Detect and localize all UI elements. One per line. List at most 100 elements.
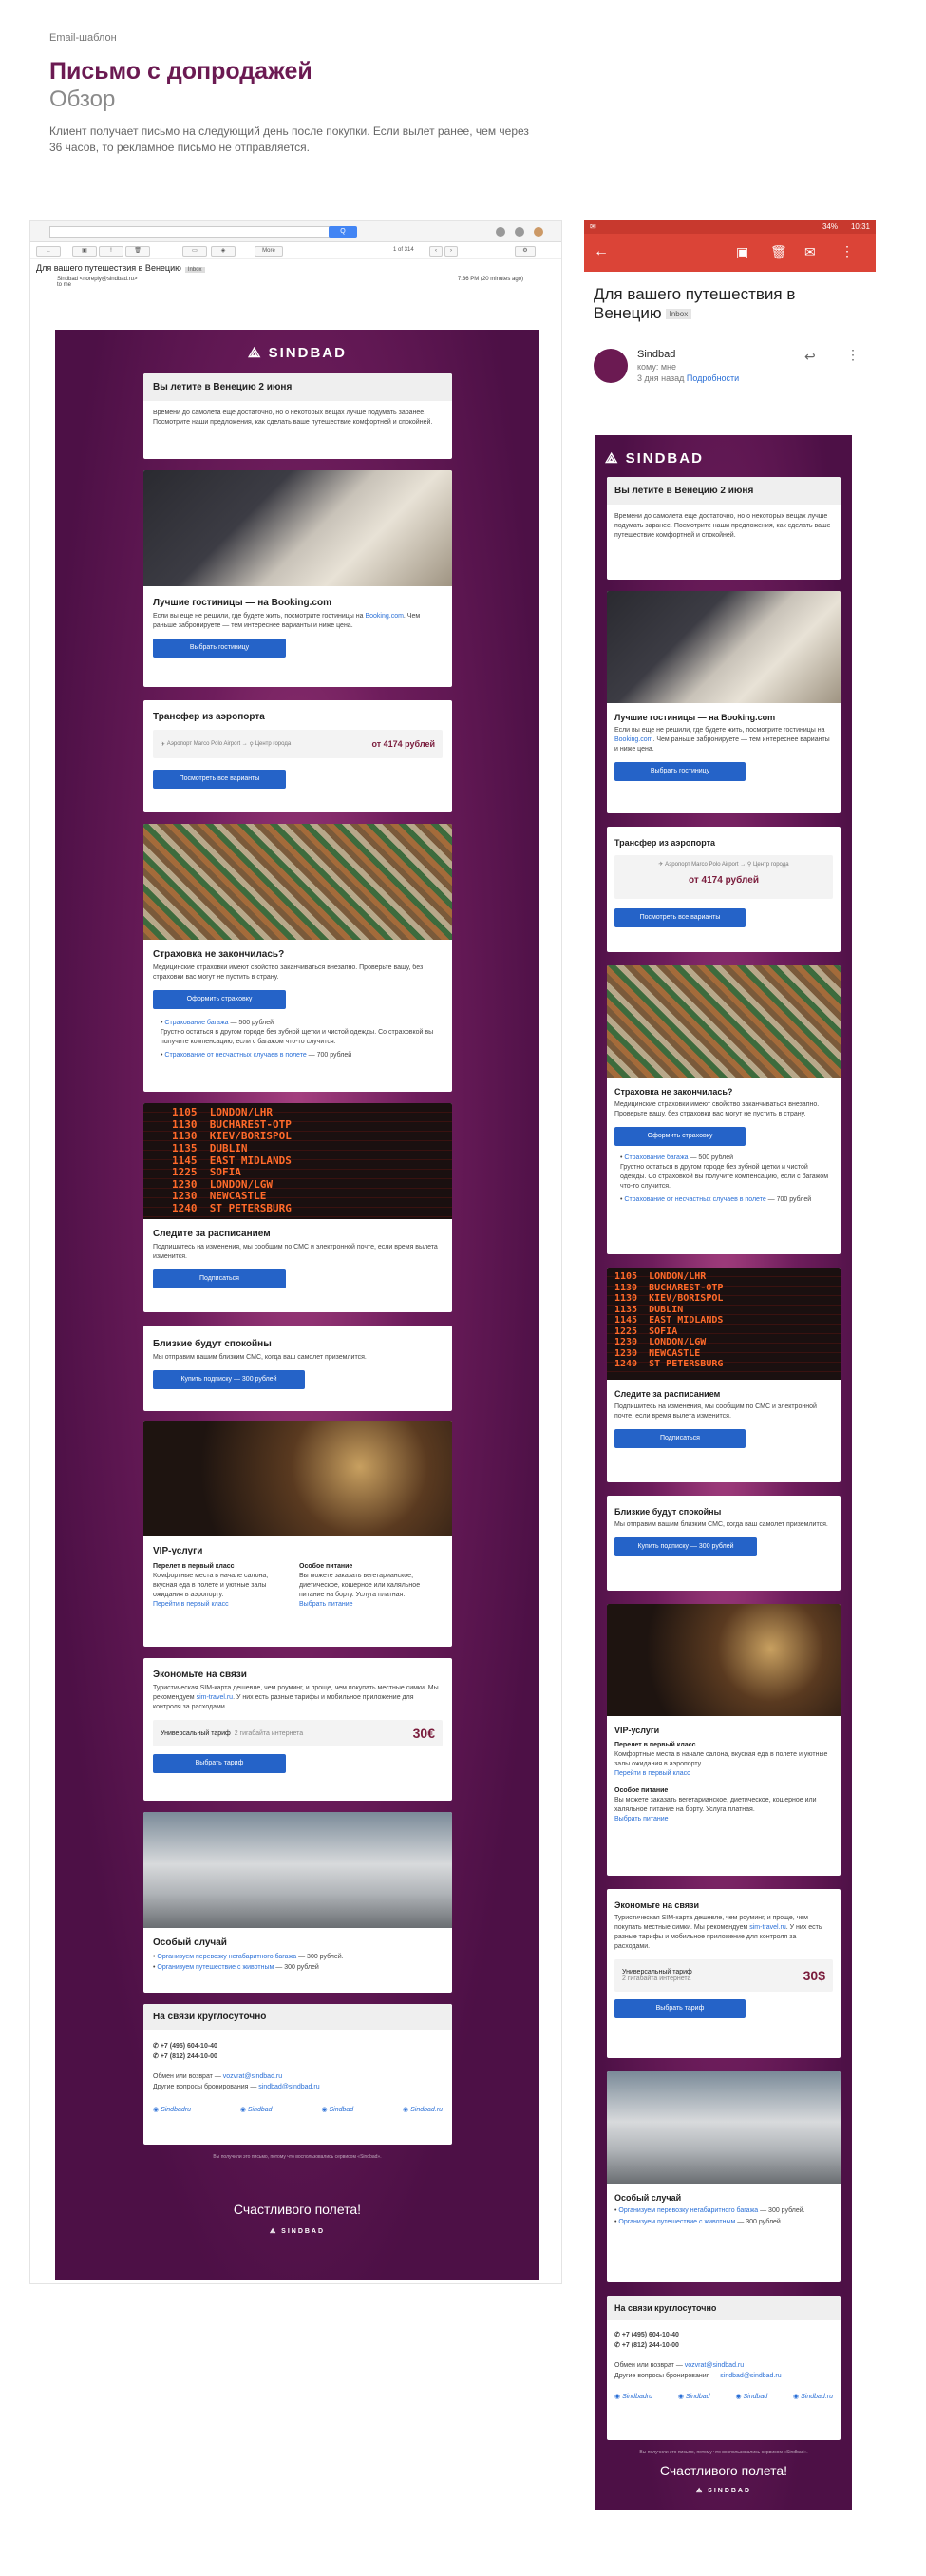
settings-icon[interactable]: ⚙ (515, 246, 536, 257)
pets-link[interactable]: Организуем путешествие с животным (157, 1964, 274, 1971)
refund-email-link[interactable]: vozvrat@sindbad.ru (223, 2073, 282, 2080)
support-card: На связи круглосуточно ✆ +7 (495) 604-10… (607, 2296, 841, 2440)
accident-insurance-link[interactable]: Страхование от несчастных случаев в поле… (164, 1052, 306, 1059)
twitter-link[interactable]: ◉ Sindbadru (153, 2106, 191, 2113)
more-button[interactable]: More (255, 246, 283, 257)
notifications-icon[interactable] (515, 227, 524, 237)
next-icon[interactable]: › (444, 246, 458, 257)
phone-2[interactable]: +7 (812) 244-10-00 (161, 2053, 217, 2060)
booking-link[interactable]: Booking.com (365, 613, 403, 620)
luggage-insurance-link[interactable]: Страхование багажа (164, 1020, 228, 1026)
intro: Email-шаблон Письмо с допродажей Обзор К… (49, 32, 600, 156)
insurance-button[interactable]: Оформить страховку (153, 990, 286, 1009)
page-title: Письмо с допродажей (49, 58, 312, 85)
email-desktop: ⟁ SINDBAD Вы летите в Венецию 2 июня Вре… (55, 330, 539, 2280)
delete-button[interactable]: 🗑 (125, 246, 150, 257)
inbox-label[interactable]: Inbox (184, 267, 205, 273)
archive-button[interactable]: ▣ (72, 246, 97, 257)
family-card: Близкие будут спокойны Мы отправим вашим… (607, 1496, 841, 1591)
reply-icon[interactable]: ↩ (804, 349, 816, 365)
flight-text: Времени до самолета еще достаточно, но о… (153, 410, 433, 426)
subscribe-button[interactable]: Подписаться (153, 1269, 286, 1288)
archive-icon[interactable]: ▣ (736, 244, 748, 260)
insurance-card: Страховка не закончилась? Медицинские ст… (143, 824, 452, 1092)
airport-image (143, 1812, 452, 1928)
back-button[interactable]: ← (36, 246, 61, 257)
phone-1[interactable]: +7 (495) 604-10-40 (161, 2043, 217, 2050)
site-link[interactable]: ◉ Sindbad.ru (403, 2106, 443, 2113)
vk-link[interactable]: ◉ Sindbad (321, 2106, 353, 2113)
move-button[interactable]: ▭ (182, 246, 207, 257)
label-button[interactable]: ◈ (211, 246, 236, 257)
family-card: Близкие будут спокойны Мы отправим вашим… (143, 1326, 452, 1411)
facebook-link[interactable]: ◉ Sindbad (240, 2106, 273, 2113)
farewell: Счастливого полета! (233, 2202, 362, 2217)
departure-board-image: 1105 LONDON/LHR 1130 BUCHAREST-OTP 1130 … (143, 1103, 452, 1219)
buy-subscription-button[interactable]: Купить подписку — 300 рублей (614, 1537, 757, 1556)
recipient: кому: мне (637, 361, 676, 372)
subscribe-button[interactable]: Подписаться (614, 1429, 746, 1448)
mail-top-bar: Q (30, 221, 561, 242)
pin-icon: ⚲ (249, 741, 254, 748)
prev-icon[interactable]: ‹ (429, 246, 443, 257)
sender-name: Sindbad (637, 348, 676, 360)
buy-subscription-button[interactable]: Купить подписку — 300 рублей (153, 1370, 305, 1389)
description: Клиент получает письмо на следующий день… (49, 124, 529, 154)
more-vert-icon[interactable]: ⋮ (846, 347, 860, 363)
hotel-image (143, 470, 452, 586)
apps-icon[interactable] (496, 227, 505, 237)
schedule-card: 1105 LONDON/LHR 1130 BUCHAREST-OTP 1130 … (607, 1268, 841, 1482)
spam-button[interactable]: ! (99, 246, 123, 257)
flight-card: Вы летите в Венецию 2 июня Времени до са… (607, 477, 841, 580)
received-time: 3 дня назад Подробности (637, 372, 740, 383)
insurance-button[interactable]: Оформить страховку (614, 1127, 746, 1146)
avatar (594, 348, 628, 383)
transfer-card: Трансфер из аэропорта ✈ Аэропорт Marco P… (143, 700, 452, 812)
vip-card: VIP-услуги Перелет в первый класс Комфорт… (607, 1604, 841, 1876)
schedule-card: 1105 LONDON/LHR 1130 BUCHAREST-OTP 1130 … (143, 1103, 452, 1312)
search-button[interactable]: Q (329, 226, 357, 238)
support-card: На связи круглосуточно ✆ +7 (495) 604-10… (143, 2004, 452, 2145)
support-title: На связи круглосуточно (143, 2004, 452, 2030)
transfer-button[interactable]: Посмотреть все варианты (614, 908, 746, 927)
email-mobile: ⟁ SINDBAD Вы летите в Венецию 2 июня Вре… (595, 435, 852, 2510)
choose-hotel-button[interactable]: Выбрать гостиницу (153, 639, 286, 658)
oversized-luggage-link[interactable]: Организуем перевозку негабаритного багаж… (157, 1954, 296, 1960)
sim-tariff: Универсальный тариф 2 гигабайта интернет… (153, 1720, 443, 1746)
transfer-button[interactable]: Посмотреть все варианты (153, 770, 286, 789)
avatar[interactable] (534, 227, 543, 237)
battery-level: 34% (822, 222, 838, 231)
choose-tariff-button[interactable]: Выбрать тариф (153, 1754, 286, 1773)
insurance-title: Страховка не закончилась? (153, 949, 285, 960)
sindbad-logo: ⟁ SINDBAD (248, 345, 347, 361)
vip-card: VIP-услуги Перелет в первый класс Комфорт… (143, 1421, 452, 1647)
mail-icon[interactable]: ✉ (804, 244, 816, 260)
search-input[interactable] (49, 226, 344, 238)
trash-icon[interactable]: 🗑 (770, 244, 787, 260)
mail-subject: Для вашего путешествия в Венецию Inbox (30, 259, 561, 277)
back-arrow-icon[interactable]: ← (594, 243, 609, 260)
transfer-title: Трансфер из аэропорта (153, 712, 265, 722)
footer-logo: ⟁ SINDBAD (695, 2488, 752, 2494)
meal-link[interactable]: Выбрать питание (299, 1601, 353, 1608)
choose-tariff-button[interactable]: Выбрать тариф (614, 1999, 746, 2018)
status-bar: ✉ 34% 10:31 (584, 220, 876, 234)
details-link[interactable]: Подробности (687, 373, 739, 383)
more-vert-icon[interactable]: ⋮ (841, 243, 854, 259)
notification-icon: ✉ (590, 222, 596, 231)
hotels-card: Лучшие гостиницы — на Booking.com Если в… (607, 591, 841, 813)
phone-icon: ✆ (153, 2043, 159, 2050)
special-title: Особый случай (153, 1937, 227, 1948)
kicker: Email-шаблон (49, 32, 117, 44)
sim-link[interactable]: sim-travel.ru (197, 1694, 234, 1701)
transfer-card: Трансфер из аэропорта ✈ Аэропорт Marco P… (607, 827, 841, 952)
booking-email-link[interactable]: sindbad@sindbad.ru (258, 2084, 319, 2090)
inbox-label[interactable]: Inbox (665, 308, 692, 319)
clock: 10:31 (850, 222, 870, 231)
choose-hotel-button[interactable]: Выбрать гостиницу (614, 762, 746, 781)
flight-card: Вы летите в Венецию 2 июня Времени до са… (143, 373, 452, 459)
first-class-link[interactable]: Перейти в первый класс (153, 1601, 229, 1608)
transfer-route: ✈ Аэропорт Marco Polo Airport → ⚲ Центр … (153, 730, 443, 758)
phone-icon: ✆ (153, 2053, 159, 2060)
special-card: Особый случай • Организуем перевозку нег… (143, 1812, 452, 1993)
